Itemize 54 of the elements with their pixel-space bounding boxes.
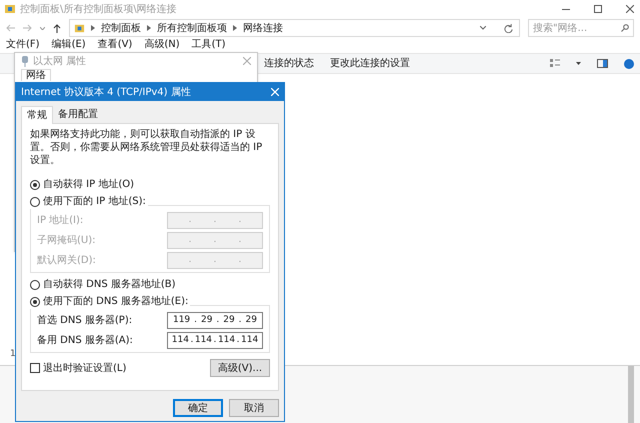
tab[interactable]: 常规 xyxy=(21,106,53,124)
item-count: 1 xyxy=(9,348,17,360)
minimize-icon[interactable] xyxy=(562,8,570,10)
field-label: IP 地址(I): xyxy=(37,214,84,228)
network-adapter-icon xyxy=(21,56,29,66)
chevron-icon[interactable] xyxy=(91,25,95,31)
dialog-title: Internet 协议版本 4 (TCP/IPv4) 属性 xyxy=(21,86,192,100)
menu-item[interactable]: 编辑(E) xyxy=(52,37,86,52)
command-link[interactable]: 连接的状态 xyxy=(264,56,314,71)
field-label: 默认网关(D): xyxy=(37,254,97,268)
radio-button[interactable] xyxy=(30,180,40,190)
up-arrow-icon[interactable] xyxy=(53,24,61,32)
intro-text: 如果网络支持此功能，则可以获取自动指派的 IP 设置。否则，你需要从网络系统管理员处获得适当的 IP 设置。 xyxy=(30,128,264,167)
network-folder-icon xyxy=(4,3,16,15)
network-folder-icon xyxy=(74,22,85,34)
refresh-icon[interactable] xyxy=(504,24,513,32)
menu-item[interactable]: 查看(V) xyxy=(98,37,132,52)
breadcrumb-link[interactable]: 控制面板 xyxy=(101,20,141,36)
breadcrumb-link[interactable]: 网络连接 xyxy=(243,20,283,36)
breadcrumb-link[interactable]: 所有控制面板项 xyxy=(157,20,227,36)
radio-label[interactable]: 自动获得 IP 地址(O) xyxy=(43,177,134,192)
field-label: 首选 DNS 服务器(P): xyxy=(37,314,134,328)
tab[interactable]: 网络 xyxy=(21,69,51,81)
checkbox-label[interactable]: 退出时验证设置(L) xyxy=(43,360,126,376)
radio-button[interactable] xyxy=(30,296,40,306)
search-icon xyxy=(621,24,629,32)
close-icon[interactable] xyxy=(626,5,634,13)
dropdown-caret-icon[interactable] xyxy=(576,62,581,65)
advanced-button[interactable]: 高级(V)... xyxy=(210,359,270,377)
preview-pane-icon[interactable] xyxy=(597,59,608,68)
radio-button[interactable] xyxy=(30,196,40,206)
maximize-icon[interactable] xyxy=(594,5,602,13)
field-label: 子网掩码(U): xyxy=(37,234,96,248)
address-field[interactable]: 控制面板 所有控制面板项 网络连接 xyxy=(69,19,520,37)
radio-label[interactable]: 自动获得 DNS 服务器地址(B) xyxy=(43,277,176,292)
scrollbar-thumb[interactable] xyxy=(628,366,634,423)
radio-button[interactable] xyxy=(30,280,40,290)
cancel-button[interactable]: 取消 xyxy=(229,399,279,417)
window-title: 控制面板\所有控制面板项\网络连接 xyxy=(20,2,177,16)
checkbox[interactable] xyxy=(30,363,40,373)
view-options-icon[interactable] xyxy=(550,59,560,68)
ip-address-field[interactable]: 119 . 29 . 29 . 29 xyxy=(167,312,263,329)
caret-icon[interactable] xyxy=(40,26,45,30)
menu-item[interactable]: 文件(F) xyxy=(6,37,40,52)
menu-item[interactable]: 工具(T) xyxy=(192,37,226,52)
command-link[interactable]: 更改此连接的设置 xyxy=(330,56,410,71)
dropdown-caret-icon[interactable] xyxy=(480,26,486,30)
field-label: 备用 DNS 服务器(A): xyxy=(37,334,134,348)
ip-address-field[interactable]: 114 . 114 . 114 . 114 xyxy=(167,332,263,349)
menu-item[interactable]: 高级(N) xyxy=(144,37,180,52)
chevron-icon[interactable] xyxy=(147,25,151,31)
ok-button[interactable]: 确定 xyxy=(173,399,223,417)
chevron-icon[interactable] xyxy=(233,25,237,31)
dialog-title: 以太网 属性 xyxy=(33,54,88,68)
